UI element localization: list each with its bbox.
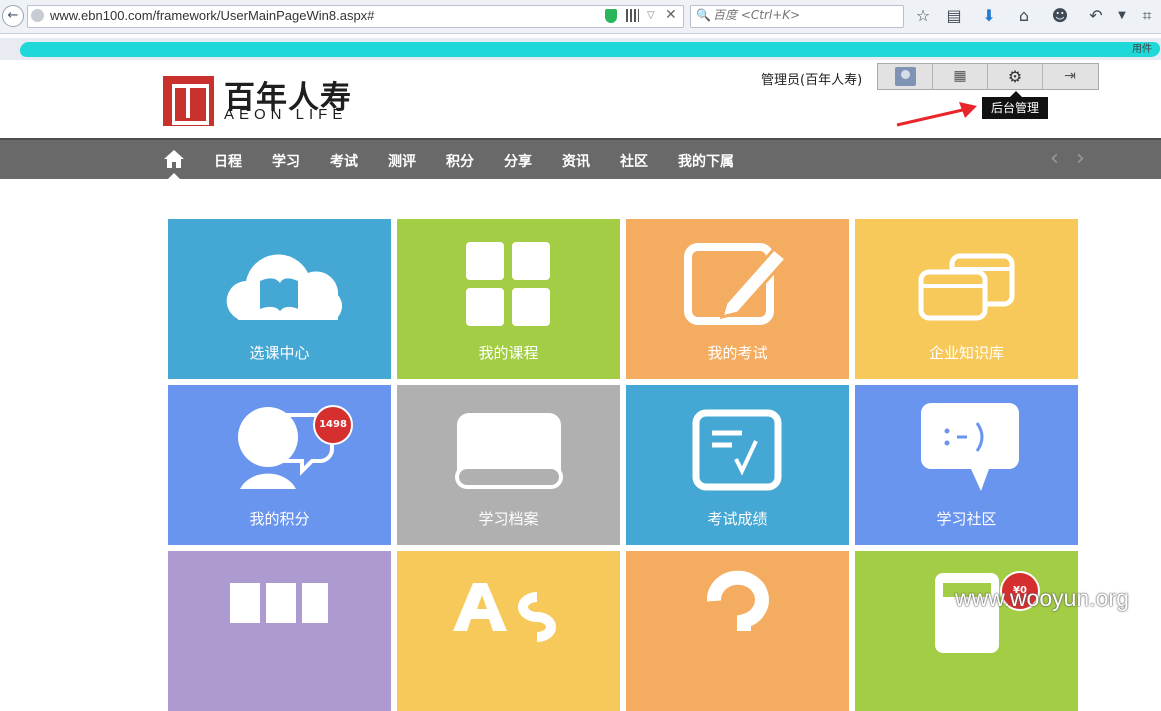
bookmarks-icon[interactable]: ▤ (943, 5, 965, 27)
nav-item-study[interactable]: 学习 (272, 151, 300, 171)
tile-label: 我的课程 (478, 344, 539, 362)
tile-row3-3[interactable] (626, 551, 849, 711)
annotation-arrow-icon (896, 102, 977, 127)
home-icon[interactable]: ⌂ (1013, 5, 1035, 27)
tile-label: 我的积分 (249, 510, 310, 528)
security-shield-icon[interactable] (605, 9, 617, 23)
url-text: www.ebn100.com/framework/UserMainPageWin… (50, 8, 375, 23)
tile-knowledge-base[interactable]: 企业知识库 (855, 219, 1078, 379)
apps-button[interactable]: ▦ (933, 64, 988, 89)
logo-seal-icon[interactable] (163, 76, 214, 126)
current-user-name: 管理员(百年人寿) (761, 73, 863, 88)
browser-toolbar: ← www.ebn100.com/framework/UserMainPageW… (0, 0, 1161, 34)
calendar-grid-icon (230, 583, 328, 623)
tile-label: 学习档案 (478, 510, 539, 528)
chat-icon[interactable]: ☻ (1049, 5, 1071, 27)
tile-study-community[interactable]: 学习社区 (855, 385, 1078, 545)
nav-item-assessment[interactable]: 测评 (388, 151, 416, 171)
nav-item-subordinates[interactable]: 我的下属 (678, 151, 734, 171)
search-icon: 🔍 (696, 8, 711, 22)
search-box[interactable]: 🔍 (690, 5, 904, 28)
logout-button[interactable]: ⇥ (1043, 64, 1097, 89)
nav-item-share[interactable]: 分享 (504, 151, 532, 171)
tile-label: 考试成绩 (707, 510, 768, 528)
globe-icon (31, 9, 44, 22)
nav-item-news[interactable]: 资讯 (562, 151, 590, 171)
chevron-down-icon[interactable]: ▼ (1111, 5, 1133, 27)
redaction-scribble (18, 42, 1161, 57)
gear-icon: ⚙ (1007, 67, 1023, 86)
tile-study-records[interactable]: 学习档案 (397, 385, 620, 545)
logout-icon: ⇥ (1064, 68, 1076, 84)
active-indicator (168, 173, 180, 179)
download-icon[interactable]: ⬇ (978, 5, 1000, 27)
points-badge: 1498 (313, 405, 353, 445)
nav-item-points[interactable]: 积分 (446, 151, 474, 171)
user-toolbox: ▦ ⚙ ⇥ (877, 63, 1099, 90)
main-nav: 日程 学习 考试 测评 积分 分享 资讯 社区 我的下属 ‹ › (0, 138, 1161, 179)
tile-row3-4[interactable]: ¥0 (855, 551, 1078, 711)
close-icon[interactable]: ✕ (665, 7, 677, 23)
nav-item-schedule[interactable]: 日程 (214, 151, 242, 171)
tile-row3-2[interactable] (397, 551, 620, 711)
question-icon (706, 570, 769, 631)
tile-label: 企业知识库 (928, 344, 1004, 362)
avatar-icon (895, 67, 916, 86)
home-icon[interactable] (164, 150, 184, 168)
bookmark-bar-tail-text: 用件 (1132, 44, 1152, 55)
tile-label: 学习社区 (936, 510, 997, 528)
watermark-text: www.wooyun.org (955, 585, 1129, 611)
nav-item-exam[interactable]: 考试 (330, 151, 358, 171)
chevron-right-icon[interactable]: › (1076, 146, 1085, 171)
tile-label: 我的考试 (707, 344, 768, 362)
tile-my-points[interactable]: 1498 我的积分 (168, 385, 391, 545)
tile-exam-scores[interactable]: 考试成绩 (626, 385, 849, 545)
profile-button[interactable] (878, 64, 933, 89)
back-arrow-icon[interactable]: ← (2, 5, 24, 27)
crop-icon[interactable]: ⌗ (1136, 5, 1158, 27)
grid-icon: ▦ (953, 68, 967, 84)
qr-code-icon[interactable] (626, 9, 639, 22)
abc-text-icon (453, 583, 556, 642)
admin-settings-button[interactable]: ⚙ (988, 64, 1043, 89)
search-input[interactable] (713, 8, 893, 22)
chevron-down-icon[interactable]: ▽ (647, 10, 655, 21)
tile-my-exams[interactable]: 我的考试 (626, 219, 849, 379)
logo-text-en: AEON LIFE (224, 106, 348, 123)
tile-label: 选课中心 (249, 344, 310, 362)
address-bar[interactable]: www.ebn100.com/framework/UserMainPageWin… (27, 5, 684, 28)
nav-item-community[interactable]: 社区 (620, 151, 648, 171)
tile-my-courses[interactable]: 我的课程 (397, 219, 620, 379)
tile-row3-1[interactable] (168, 551, 391, 711)
undo-icon[interactable]: ↶ (1085, 5, 1107, 27)
calculator-icon (935, 573, 999, 653)
star-icon[interactable]: ☆ (912, 5, 934, 27)
admin-tooltip: 后台管理 (982, 91, 1048, 119)
tile-course-center[interactable]: 选课中心 (168, 219, 391, 379)
chevron-left-icon[interactable]: ‹ (1050, 146, 1059, 171)
